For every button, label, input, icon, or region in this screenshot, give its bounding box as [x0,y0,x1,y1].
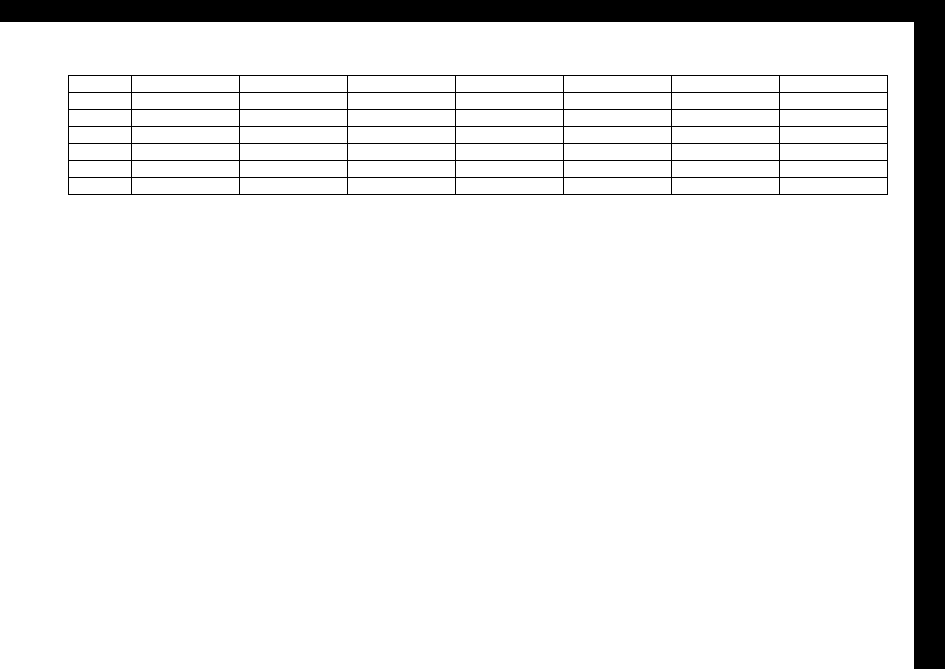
table-cell [132,76,240,93]
table-cell [672,110,780,127]
table-cell [132,178,240,195]
table-cell [456,178,564,195]
table-cell [780,93,888,110]
table-cell [240,76,348,93]
table-row [69,144,888,161]
table-cell [672,127,780,144]
table-cell [132,144,240,161]
table-cell [672,93,780,110]
table-cell [69,161,132,178]
table-cell [69,144,132,161]
table-cell [780,161,888,178]
table-cell [780,76,888,93]
table-row [69,76,888,93]
table-cell [564,144,672,161]
table-cell [456,76,564,93]
table-cell [780,127,888,144]
table-cell [240,161,348,178]
table-cell [348,161,456,178]
table-cell [348,76,456,93]
table-cell [564,127,672,144]
table-cell [456,93,564,110]
table-row [69,93,888,110]
table-cell [780,178,888,195]
table-cell [348,144,456,161]
table-cell [672,178,780,195]
table-cell [240,144,348,161]
table-cell [69,110,132,127]
table-cell [240,110,348,127]
table-cell [348,93,456,110]
table-container [68,75,886,195]
table-cell [69,127,132,144]
table-cell [672,144,780,161]
table-row [69,178,888,195]
table-cell [564,161,672,178]
table-cell [69,93,132,110]
table-cell [132,127,240,144]
table-cell [564,110,672,127]
table-cell [132,161,240,178]
table-cell [69,76,132,93]
table-cell [456,161,564,178]
table-cell [240,93,348,110]
document-page [0,22,914,669]
data-table [68,75,888,195]
table-cell [564,93,672,110]
table-cell [780,144,888,161]
table-cell [132,110,240,127]
table-cell [348,127,456,144]
table-cell [780,110,888,127]
table-cell [240,178,348,195]
table-cell [564,178,672,195]
table-row [69,161,888,178]
table-cell [456,144,564,161]
table-cell [564,76,672,93]
table-cell [672,161,780,178]
table-cell [348,178,456,195]
table-body [69,76,888,195]
table-row [69,110,888,127]
table-cell [672,76,780,93]
table-cell [132,93,240,110]
table-cell [456,127,564,144]
table-cell [69,178,132,195]
table-row [69,127,888,144]
table-cell [348,110,456,127]
table-cell [240,127,348,144]
table-cell [456,110,564,127]
